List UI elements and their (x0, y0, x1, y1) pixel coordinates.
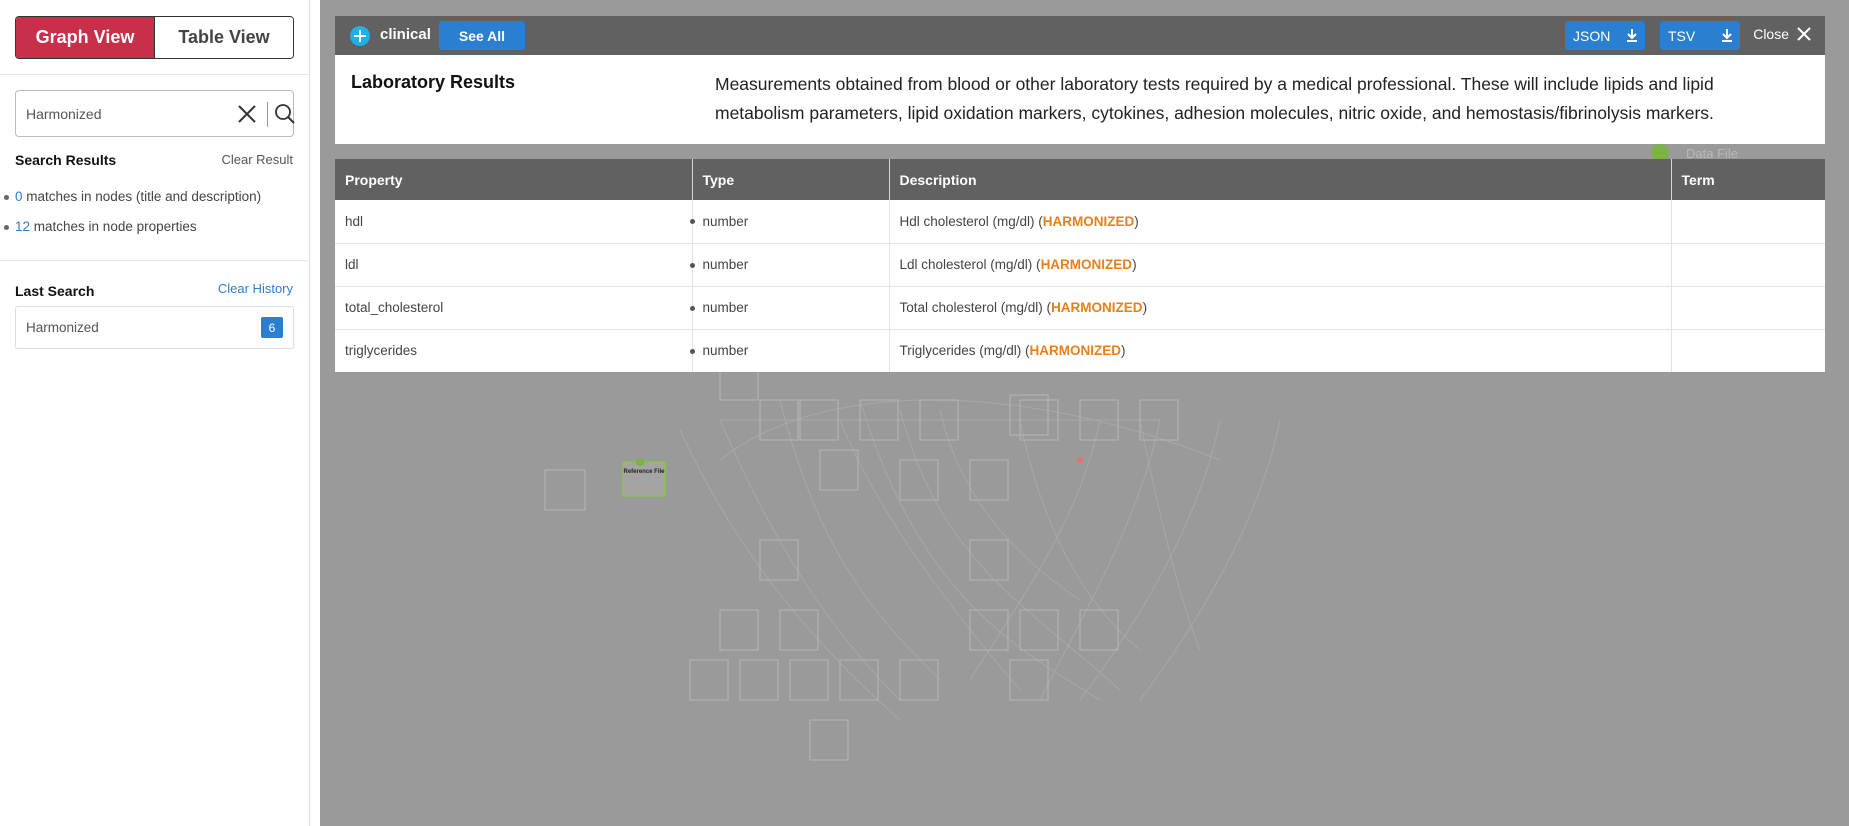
modal-header: clinical See All JSON TSV Close (335, 16, 1825, 55)
harmonized-highlight: HARMONIZED (1040, 257, 1133, 272)
history-count-badge: 6 (261, 317, 283, 338)
close-button[interactable]: Close (1753, 26, 1811, 42)
desc-suffix: ) (1121, 343, 1126, 359)
type-cell: number (689, 200, 890, 244)
graph-view-button[interactable]: Graph View (16, 17, 154, 58)
description-cell: Total cholesterol (mg/dl) (HARMONIZED) (889, 286, 1672, 330)
search-results-title: Search Results (15, 152, 117, 168)
download-icon (1722, 29, 1732, 42)
download-icon (1627, 29, 1637, 42)
node-category-name: clinical (380, 26, 431, 43)
clear-result-link[interactable]: Clear Result (221, 152, 293, 167)
node-detail-modal: clinical See All JSON TSV Close Laborato… (335, 16, 1825, 144)
tsv-label: TSV (1668, 27, 1696, 44)
json-download-button[interactable]: JSON (1565, 21, 1645, 50)
column-header-term: Term (1671, 159, 1825, 200)
type-cell: number (689, 329, 890, 372)
search-icon[interactable] (274, 103, 296, 125)
property-cell: triglycerides (335, 329, 693, 372)
match-text: matches in node properties (30, 219, 197, 234)
bullet-icon (689, 348, 695, 354)
description-cell: Hdl cholesterol (mg/dl) (HARMONIZED) (889, 200, 1672, 244)
desc-text: Hdl cholesterol (mg/dl) ( (899, 213, 1043, 229)
column-header-type: Type (692, 159, 890, 200)
search-box (15, 90, 296, 137)
column-header-description: Description (889, 159, 1672, 200)
clear-history-link[interactable]: Clear History (218, 281, 293, 296)
description-cell: Triglycerides (mg/dl) (HARMONIZED) (889, 329, 1672, 372)
match-count[interactable]: 12 (15, 219, 30, 234)
node-description: Measurements obtained from blood or othe… (715, 74, 1714, 123)
harmonized-highlight: HARMONIZED (1051, 300, 1143, 315)
close-icon (1797, 27, 1811, 41)
divider (0, 74, 310, 75)
property-cell: total_cholesterol (335, 286, 693, 330)
type-cell: number (689, 286, 890, 330)
node-title: Laboratory Results (351, 72, 516, 92)
history-item-label: Harmonized (26, 320, 99, 335)
match-text: matches in nodes (title and description) (22, 189, 262, 204)
desc-suffix: ) (1132, 257, 1137, 272)
history-item[interactable]: Harmonized 6 (15, 306, 294, 349)
type-value: number (702, 257, 749, 272)
properties-table: Property Type Description Term hdl numbe… (335, 159, 1825, 372)
plus-circle-icon (350, 26, 370, 46)
match-count[interactable]: 0 (15, 189, 23, 204)
desc-text: Total cholesterol (mg/dl) ( (899, 300, 1052, 315)
bullet-icon (689, 262, 695, 268)
property-cell: ldl (335, 243, 693, 287)
type-value: number (702, 300, 749, 315)
desc-suffix: ) (1142, 300, 1148, 315)
last-search-title: Last Search (15, 283, 95, 299)
match-nodes: 0 matches in nodes (title and descriptio… (4, 189, 261, 204)
close-label: Close (1753, 26, 1789, 42)
column-header-property: Property (335, 159, 693, 200)
search-divider (267, 102, 268, 127)
reference-file-node-label: Reference File (623, 469, 665, 475)
see-all-button[interactable]: See All (439, 21, 525, 50)
table-row: triglycerides number Triglycerides (mg/d… (335, 329, 1825, 372)
bullet-icon (689, 219, 695, 224)
search-input[interactable] (26, 103, 226, 125)
term-cell (1671, 200, 1825, 244)
bullet-icon (4, 224, 9, 230)
property-cell: hdl (335, 200, 693, 244)
desc-text: Ldl cholesterol (mg/dl) ( (899, 257, 1041, 272)
table-row: hdl number Hdl cholesterol (mg/dl) (HARM… (335, 200, 1825, 244)
match-properties: 12 matches in node properties (4, 219, 197, 234)
table-header-row: Property Type Description Term (335, 159, 1825, 200)
description-cell: Ldl cholesterol (mg/dl) (HARMONIZED) (889, 243, 1672, 287)
bullet-icon (689, 305, 695, 311)
term-cell (1671, 329, 1825, 372)
desc-suffix: ) (1134, 213, 1139, 229)
table-row: total_cholesterol number Total cholester… (335, 286, 1825, 330)
table-view-button[interactable]: Table View (154, 17, 293, 58)
clear-icon[interactable] (236, 103, 258, 125)
harmonized-highlight: HARMONIZED (1029, 343, 1122, 359)
modal-description-panel: Laboratory Results Measurements obtained… (335, 55, 1825, 144)
type-value: number (702, 213, 749, 229)
tsv-download-button[interactable]: TSV (1660, 21, 1740, 50)
bullet-icon (4, 194, 9, 200)
type-value: number (702, 343, 749, 359)
type-cell: number (689, 243, 890, 287)
json-label: JSON (1573, 27, 1611, 44)
harmonized-highlight: HARMONIZED (1042, 213, 1135, 229)
divider (0, 260, 310, 261)
desc-text: Triglycerides (mg/dl) ( (899, 343, 1030, 359)
view-toggle: Graph View Table View (15, 16, 294, 59)
table-row: ldl number Ldl cholesterol (mg/dl) (HARM… (335, 243, 1825, 287)
term-cell (1671, 243, 1825, 287)
sidebar: Graph View Table View Search Results Cle… (0, 0, 310, 826)
term-cell (1671, 286, 1825, 330)
